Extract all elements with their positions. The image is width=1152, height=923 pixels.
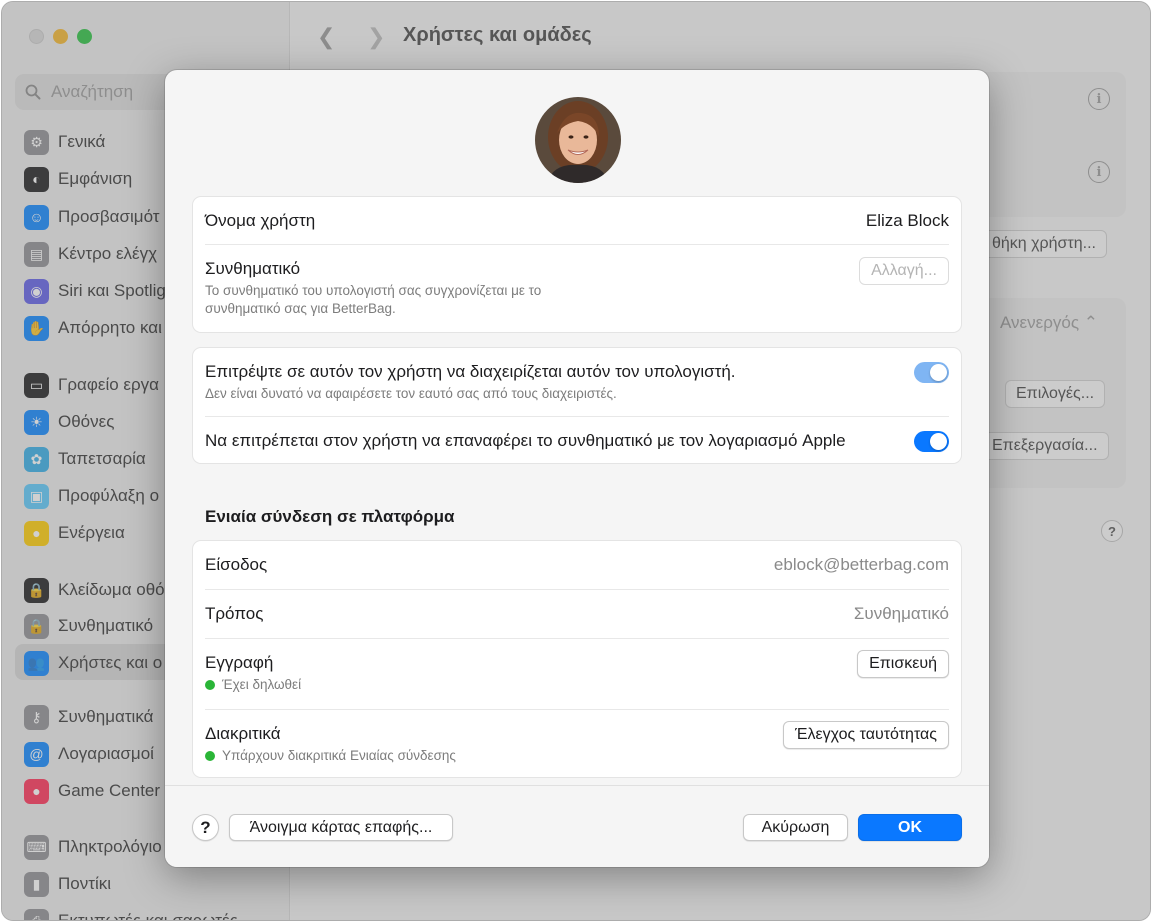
login-row: Είσοδος eblock@betterbag.com: [205, 541, 949, 590]
help-button[interactable]: ?: [192, 814, 219, 841]
allow-reset-label: Να επιτρέπεται στον χρήστη να επαναφέρει…: [205, 431, 846, 450]
reset-password-row: Να επιτρέπεται στον χρήστη να επαναφέρει…: [205, 417, 949, 464]
username-label: Όνομα χρήστη: [205, 211, 316, 230]
allow-admin-description: Δεν είναι δυνατό να αφαιρέσετε τον εαυτό…: [205, 386, 617, 401]
registration-row: Εγγραφή Έχει δηλωθεί Επισκευή: [205, 639, 949, 710]
password-description: Το συνθηματικό του υπολογιστή σας συγχρο…: [205, 283, 542, 316]
admin-row: Επιτρέψτε σε αυτόν τον χρήστη να διαχειρ…: [205, 348, 949, 417]
user-details-sheet: Όνομα χρήστη Eliza Block Συνθηματικό Το …: [165, 70, 989, 867]
ok-button[interactable]: OK: [858, 814, 962, 841]
method-row: Τρόπος Συνθηματικό: [205, 590, 949, 639]
method-label: Τρόπος: [205, 604, 264, 623]
cancel-button[interactable]: Ακύρωση: [743, 814, 848, 841]
user-avatar[interactable]: [535, 97, 621, 183]
sso-group: Είσοδος eblock@betterbag.com Τρόπος Συνθ…: [192, 540, 962, 778]
open-contact-card-button[interactable]: Άνοιγμα κάρτας επαφής...: [229, 814, 453, 841]
password-row: Συνθηματικό Το συνθηματικό του υπολογιστ…: [205, 245, 949, 333]
tokens-row: Διακριτικά Υπάρχουν διακριτικά Ενιαίας σ…: [205, 710, 949, 778]
password-label: Συνθηματικό: [205, 259, 301, 278]
repair-button[interactable]: Επισκευή: [857, 650, 949, 678]
tokens-status: Υπάρχουν διακριτικά Ενιαίας σύνδεσης: [205, 747, 949, 765]
allow-admin-label: Επιτρέψτε σε αυτόν τον χρήστη να διαχειρ…: [205, 362, 736, 381]
permissions-group: Επιτρέψτε σε αυτόν τον χρήστη να διαχειρ…: [192, 347, 962, 464]
status-dot-icon: [205, 751, 215, 761]
sheet-footer: ? Άνοιγμα κάρτας επαφής... Ακύρωση OK: [165, 785, 989, 867]
username-row: Όνομα χρήστη Eliza Block: [205, 197, 949, 245]
account-group: Όνομα χρήστη Eliza Block Συνθηματικό Το …: [192, 196, 962, 333]
registration-label: Εγγραφή: [205, 653, 274, 672]
avatar-portrait: [535, 97, 621, 183]
method-value: Συνθηματικό: [853, 604, 949, 623]
toggle-knob: [930, 364, 947, 381]
authenticate-button[interactable]: Έλεγχος ταυτότητας: [782, 721, 949, 749]
change-password-button[interactable]: Αλλαγή...: [859, 257, 949, 285]
login-value: eblock@betterbag.com: [773, 555, 949, 574]
login-label: Είσοδος: [205, 555, 268, 574]
registration-status: Έχει δηλωθεί: [205, 676, 949, 694]
allow-reset-toggle[interactable]: [914, 431, 949, 452]
allow-admin-toggle[interactable]: [914, 362, 949, 383]
sso-section-title: Ενιαία σύνδεση σε πλατφόρμα: [205, 507, 455, 526]
status-dot-icon: [205, 680, 215, 690]
toggle-knob: [930, 433, 947, 450]
username-value: Eliza Block: [865, 211, 949, 230]
